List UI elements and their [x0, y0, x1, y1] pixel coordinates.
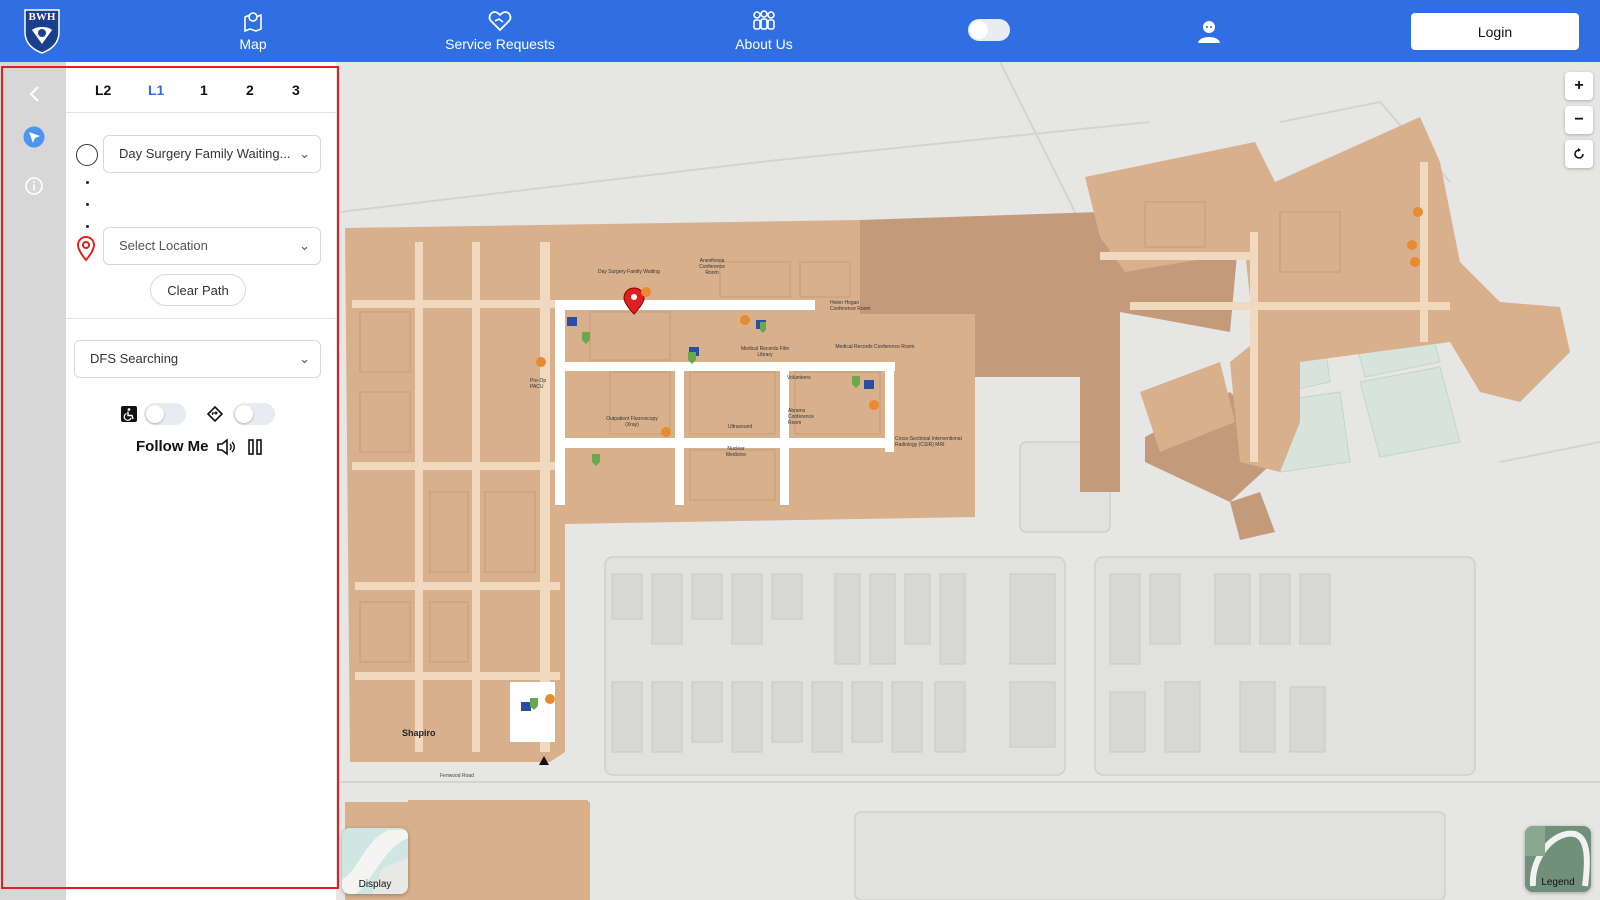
map-label-pre-op: Pre-Op PACU	[530, 378, 547, 390]
route-dot	[86, 225, 89, 228]
wheelchair-icon	[120, 405, 138, 423]
floor-tab-l2[interactable]: L2	[95, 82, 111, 98]
speaker-icon[interactable]	[216, 438, 236, 456]
nav-map-label: Map	[239, 36, 267, 52]
directions-toggle[interactable]	[233, 403, 275, 425]
chevron-down-icon: ⌄	[299, 146, 310, 161]
end-location-select[interactable]: Select Location ⌄	[103, 227, 321, 265]
heart-hand-icon	[488, 11, 512, 32]
chevron-down-icon: ⌄	[299, 351, 310, 366]
toggle-knob	[235, 405, 253, 423]
map-label-nuclear: Nuclear Medicine	[725, 446, 746, 458]
map-label-anesthesia: Anesthesia Conference Room	[699, 258, 725, 276]
login-button[interactable]: Login	[1411, 13, 1579, 50]
zoom-in-button[interactable]: +	[1565, 72, 1593, 100]
floor-tab-l1[interactable]: L1	[148, 82, 164, 98]
accessible-route-toggle[interactable]	[144, 403, 186, 425]
map-label-ultrasound: Ultrasound	[728, 424, 753, 430]
top-navbar: BWH Map Service Requests About Us Login	[0, 0, 1600, 62]
logo-text: BWH	[28, 11, 56, 23]
map-label-csir: Cross-Sectional Interventional Radiology…	[895, 436, 962, 448]
side-rail	[0, 62, 66, 900]
follow-me-label: Follow Me	[136, 438, 209, 455]
reset-view-button[interactable]	[1565, 140, 1593, 168]
navigate-mode-button[interactable]	[22, 125, 46, 149]
refresh-icon	[1574, 148, 1584, 159]
map-label-med-records-conf: Medical Records Conference Room	[835, 344, 915, 350]
directions-icon	[207, 406, 223, 422]
map-label-shapiro: Shapiro	[402, 728, 436, 738]
navigation-arrow-icon	[23, 126, 45, 148]
nav-about-us[interactable]: About Us	[684, 8, 844, 52]
algorithm-select[interactable]: DFS Searching ⌄	[74, 340, 321, 378]
toggle-knob	[146, 405, 164, 423]
nav-map[interactable]: Map	[173, 8, 333, 52]
map-label-helen-hogan: Helen Hogan Conference Room	[830, 300, 871, 312]
collapse-panel-button[interactable]	[22, 82, 46, 106]
info-button[interactable]	[22, 174, 46, 198]
display-button[interactable]: Display	[342, 828, 408, 894]
user-icon[interactable]	[1196, 18, 1222, 44]
group-icon	[753, 10, 775, 30]
clear-path-button[interactable]: Clear Path	[150, 274, 246, 306]
zoom-out-button[interactable]: −	[1565, 106, 1593, 134]
directions-panel: L2 L1 1 2 3 Day Surgery Family Waiting..…	[66, 62, 336, 900]
start-location-select[interactable]: Day Surgery Family Waiting... ⌄	[103, 135, 321, 173]
route-dot	[86, 203, 89, 206]
legend-label: Legend	[1541, 877, 1575, 888]
bwh-shield-icon[interactable]: BWH	[22, 6, 62, 54]
display-label: Display	[358, 879, 392, 890]
chevron-left-icon	[29, 86, 39, 102]
map-label-volunteers: Volunteers	[787, 375, 811, 381]
map-label-day-surgery: Day Surgery Family Waiting	[598, 269, 660, 275]
toggle-knob	[970, 21, 988, 39]
nav-service-label: Service Requests	[445, 36, 555, 52]
algorithm-value: DFS Searching	[90, 351, 179, 366]
map-pin-nav-icon	[244, 12, 262, 33]
chevron-down-icon: ⌄	[299, 238, 310, 253]
nav-about-label: About Us	[735, 36, 793, 52]
end-location-placeholder: Select Location	[119, 238, 208, 253]
floor-tab-2[interactable]: 2	[246, 82, 254, 98]
start-point-icon	[76, 144, 98, 166]
map-label-street: Fenwood Road	[440, 773, 474, 779]
theme-toggle[interactable]	[968, 19, 1010, 41]
legend-button[interactable]: Legend	[1525, 826, 1591, 892]
route-dot	[86, 181, 89, 184]
floor-tab-3[interactable]: 3	[292, 82, 300, 98]
info-icon	[25, 177, 43, 195]
divider	[66, 318, 336, 319]
nav-service-requests[interactable]: Service Requests	[420, 8, 580, 52]
start-location-value: Day Surgery Family Waiting...	[119, 146, 291, 161]
map-label-abrams: Abrams Conference Room	[788, 408, 814, 426]
location-pin-icon	[76, 236, 96, 262]
pause-icon[interactable]	[248, 439, 262, 455]
map-label-fluoroscopy: Outpatient Fluoroscopy (Xray)	[606, 416, 658, 428]
floor-selector: L2 L1 1 2 3	[66, 62, 336, 113]
floor-tab-1[interactable]: 1	[200, 82, 208, 98]
map-label-med-records-film: Medical Records Film Library	[740, 346, 790, 358]
